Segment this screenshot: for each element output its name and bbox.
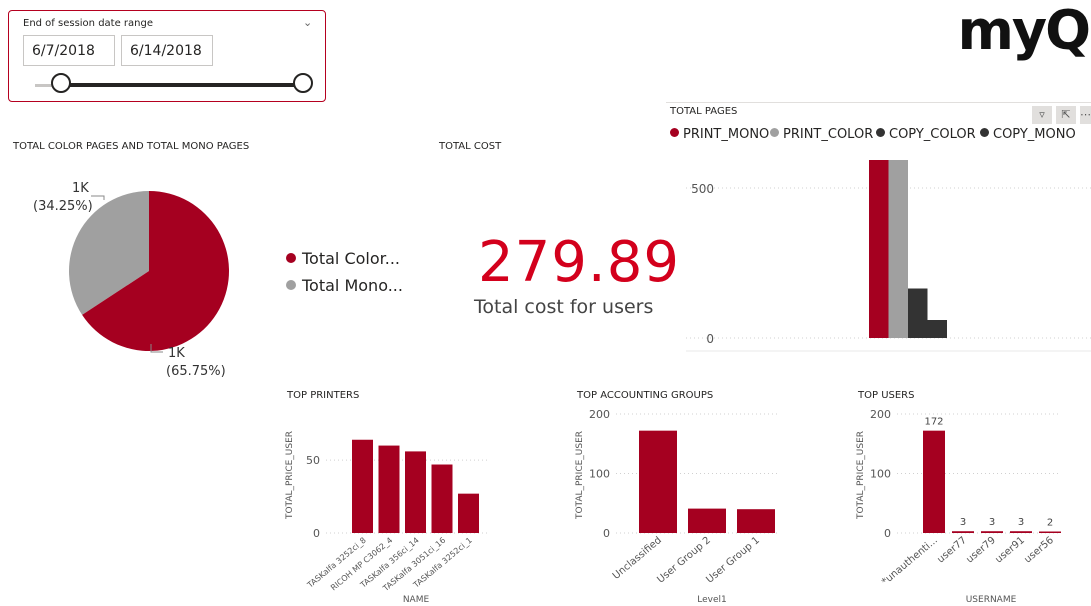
pie-chart-title: TOTAL COLOR PAGES AND TOTAL MONO PAGES xyxy=(13,141,250,152)
legend-marker xyxy=(286,280,296,290)
bar-print-mono[interactable] xyxy=(869,160,889,338)
date-range-slicer: End of session date range ⌄ 6/7/2018 6/1… xyxy=(8,10,326,102)
x-tick-label: User Group 1 xyxy=(704,535,762,586)
total-pages-title: TOTAL PAGES xyxy=(670,106,738,117)
end-date-input[interactable]: 6/14/2018 xyxy=(121,35,213,66)
slider-start-handle[interactable] xyxy=(51,73,71,93)
pie-leader-line xyxy=(91,195,105,200)
pie-legend-item-mono[interactable]: Total Mono... xyxy=(286,276,403,295)
top-printers-title: TOP PRINTERS xyxy=(287,390,360,401)
more-options-icon[interactable]: ⋯ xyxy=(1080,106,1091,124)
x-tick-label: Unclassified xyxy=(611,535,664,582)
legend-marker xyxy=(670,128,679,137)
total-cost-value: 279.89 xyxy=(478,230,680,295)
legend-label: Total Mono... xyxy=(302,276,403,295)
y-tick-label: 50 xyxy=(306,454,320,467)
bar[interactable] xyxy=(378,445,400,533)
slider-range-fill xyxy=(61,83,305,87)
pie-label-value: 1K xyxy=(168,346,185,361)
legend-label: COPY_COLOR xyxy=(889,127,976,142)
data-label: 3 xyxy=(960,517,966,528)
x-tick-label: user91 xyxy=(993,535,1027,566)
data-label: 172 xyxy=(924,417,943,428)
y-tick-label: 500 xyxy=(691,182,714,196)
bar[interactable] xyxy=(431,464,453,533)
total-cost-label: Total cost for users xyxy=(474,296,654,318)
pie-label-value: 1K xyxy=(72,181,89,196)
legend-marker xyxy=(286,253,296,263)
top-users-title: TOP USERS xyxy=(858,390,915,401)
legend-marker xyxy=(980,128,989,137)
myq-logo: myQ xyxy=(957,0,1091,62)
top-printers-chart: TOTAL_PRICE_USER050TASKalfa 3252ci_8RICO… xyxy=(285,431,490,605)
total-pages-chart: 05001000 xyxy=(686,160,1091,352)
bar[interactable] xyxy=(639,430,677,533)
x-tick-label: user77 xyxy=(935,535,969,566)
data-label: 3 xyxy=(1018,517,1024,528)
data-label: 3 xyxy=(989,517,995,528)
top-groups-title: TOP ACCOUNTING GROUPS xyxy=(577,390,714,401)
legend-marker xyxy=(876,128,885,137)
start-date-input[interactable]: 6/7/2018 xyxy=(23,35,115,66)
legend-print-mono[interactable]: PRINT_MONO xyxy=(670,127,769,142)
legend-print-color[interactable]: PRINT_COLOR xyxy=(770,127,873,142)
y-axis-label: TOTAL_PRICE_USER xyxy=(285,431,295,520)
bar[interactable] xyxy=(1039,531,1061,534)
focus-mode-icon[interactable]: ⇱ xyxy=(1056,106,1076,124)
y-tick-label: 0 xyxy=(603,527,610,540)
legend-label: PRINT_COLOR xyxy=(783,127,874,142)
bar[interactable] xyxy=(737,509,775,533)
legend-copy-mono[interactable]: COPY_MONO xyxy=(980,127,1076,142)
slider-end-handle[interactable] xyxy=(293,73,313,93)
bar[interactable] xyxy=(923,430,945,533)
filter-icon[interactable]: ▿ xyxy=(1032,106,1052,124)
bar-copy-color[interactable] xyxy=(908,288,928,339)
bar-copy-mono[interactable] xyxy=(927,320,948,338)
x-tick-label: user79 xyxy=(964,535,998,566)
y-tick-label: 200 xyxy=(589,408,610,421)
x-axis-label: USERNAME xyxy=(966,595,1017,605)
legend-copy-color[interactable]: COPY_COLOR xyxy=(876,127,976,142)
slicer-title: End of session date range xyxy=(23,18,153,29)
visual-border xyxy=(666,102,1091,103)
bar[interactable] xyxy=(405,451,426,533)
y-axis-label: TOTAL_PRICE_USER xyxy=(575,431,585,520)
y-tick-label: 0 xyxy=(313,527,320,540)
y-tick-label: 0 xyxy=(884,527,891,540)
x-axis-label: NAME xyxy=(403,595,430,605)
x-tick-label: user56 xyxy=(1022,535,1056,566)
y-tick-label: 100 xyxy=(589,468,610,481)
y-tick-label: 200 xyxy=(870,408,891,421)
chevron-down-icon[interactable]: ⌄ xyxy=(303,16,312,29)
y-tick-label: 0 xyxy=(706,332,714,346)
bar-print-color[interactable] xyxy=(888,160,909,338)
pie-legend-item-color[interactable]: Total Color... xyxy=(286,249,400,268)
top-users-chart: TOTAL_PRICE_USER 0 100 200 *unauthenti... 172… xyxy=(856,408,1061,605)
y-axis-label: TOTAL_PRICE_USER xyxy=(856,431,866,520)
x-axis-label: Level1 xyxy=(697,595,726,605)
bar[interactable] xyxy=(688,508,726,533)
total-cost-title: TOTAL COST xyxy=(439,141,502,152)
legend-label: Total Color... xyxy=(302,249,401,268)
x-tick-label: *unauthenti... xyxy=(880,535,940,588)
legend-marker xyxy=(770,128,779,137)
bar[interactable] xyxy=(952,531,974,533)
bar[interactable] xyxy=(981,531,1003,533)
bar[interactable] xyxy=(352,439,373,533)
pie-label-percent: (65.75%) xyxy=(166,364,226,379)
bar[interactable] xyxy=(1010,531,1032,533)
pie-chart: 1K (34.25%) 1K (65.75%) xyxy=(33,181,230,379)
y-tick-label: 100 xyxy=(870,468,891,481)
legend-label: COPY_MONO xyxy=(993,127,1076,142)
legend-label: PRINT_MONO xyxy=(683,127,770,142)
pie-label-percent: (34.25%) xyxy=(33,199,93,214)
bar[interactable] xyxy=(458,493,479,533)
top-groups-chart: TOTAL_PRICE_USER 0 100 200 Unclassified User … xyxy=(575,408,780,605)
data-label: 2 xyxy=(1047,518,1053,529)
